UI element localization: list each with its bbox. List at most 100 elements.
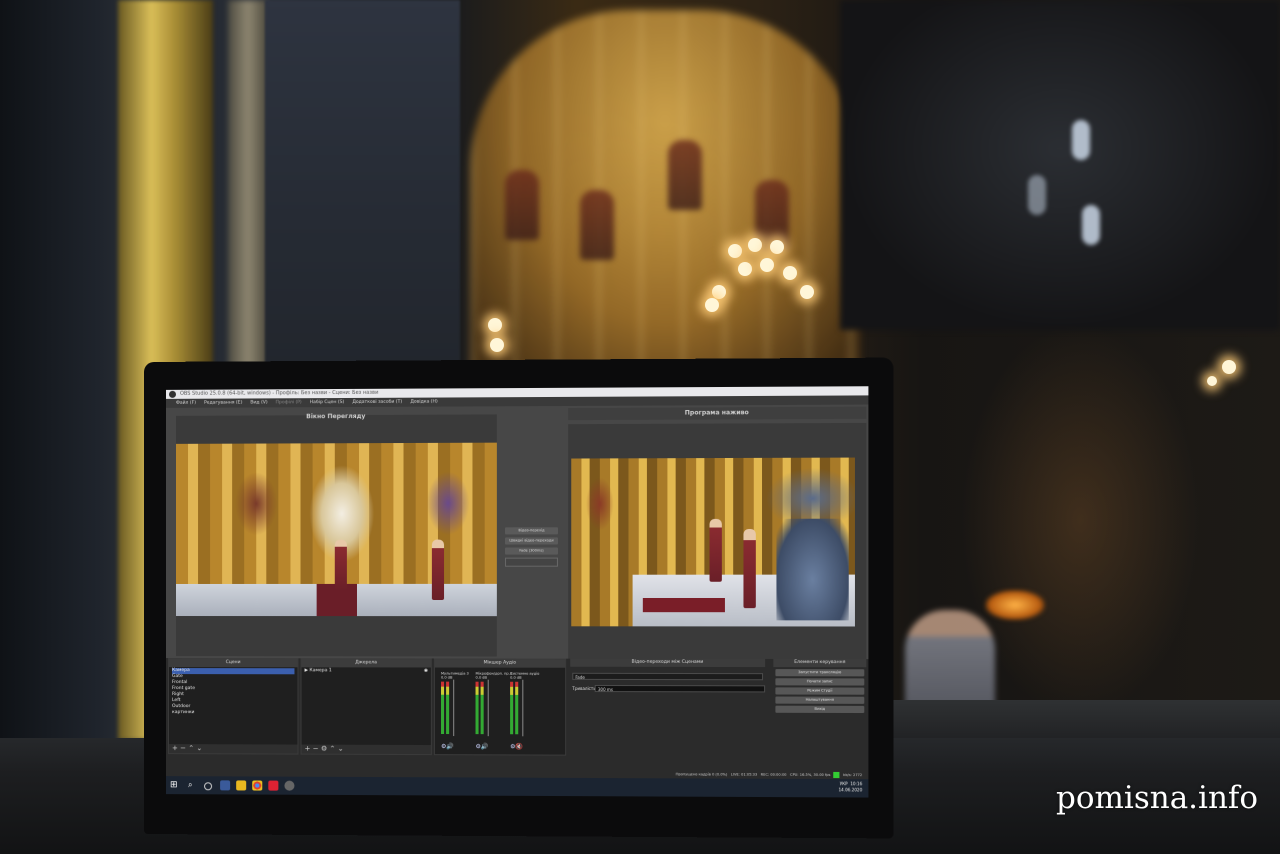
window-light [1028, 175, 1046, 215]
menu-scene-collection[interactable]: Набір Сцен (S) [310, 398, 344, 407]
window-light [1072, 120, 1090, 160]
start-recording-button[interactable]: Почати запис [775, 678, 865, 686]
add-icon[interactable]: + [305, 745, 311, 753]
add-icon[interactable]: + [172, 744, 178, 752]
lamp-light [1222, 360, 1236, 374]
start-streaming-button[interactable]: Запустити трансляцію [775, 669, 865, 677]
volume-meter [446, 681, 450, 735]
mixer-channel: Системне аудіо 0.0 dB ⚙🔇 [510, 672, 539, 751]
window-title: OBS Studio 25.0.8 (64-bit, windows) - Пр… [180, 389, 379, 397]
obs-taskbar-icon[interactable] [284, 780, 295, 791]
preview-video[interactable] [176, 442, 497, 617]
sources-toolbar: + − ⚙ ⌃ ⌄ [301, 744, 431, 755]
visibility-eye-icon[interactable]: ◉ [424, 668, 428, 674]
ornamented-wall [265, 0, 460, 370]
chandelier-lamp [770, 240, 784, 254]
scenes-toolbar: + − ⌃ ⌄ [169, 744, 298, 754]
duration-label: Тривалість [572, 685, 596, 692]
icon-image [580, 190, 614, 260]
obs-app-icon [169, 390, 177, 398]
volume-meter [475, 681, 479, 735]
menu-tools[interactable]: Додаткові засоби (T) [352, 398, 402, 407]
menu-help[interactable]: Довідка (H) [410, 398, 437, 407]
icon-image [505, 170, 539, 240]
live-timer: LIVE: 01:05:33 [730, 772, 758, 777]
mixer-channel: Мікрофон/доп. пр.3 0.0 dB ⚙🔊 [475, 672, 512, 751]
muted-speaker-icon[interactable]: 🔇 [516, 743, 524, 750]
duration-input[interactable]: 300 ms [594, 684, 766, 693]
channel-level: 0.0 dB [441, 675, 453, 680]
remove-icon[interactable]: − [313, 745, 319, 753]
speaker-icon[interactable]: 🔊 [446, 743, 454, 750]
bitrate: kb/s: 2772 [843, 772, 863, 778]
clock-date[interactable]: 14.06.2020 [839, 787, 863, 792]
chandelier-lamp [738, 262, 752, 276]
windows-taskbar: ⊞ ⌕ УКР 10:16 14.06.2020 [165, 776, 869, 798]
gear-icon[interactable]: ⚙ [321, 745, 327, 753]
laptop: OBS Studio 25.0.8 (64-bit, windows) - Пр… [144, 357, 894, 839]
menu-view[interactable]: Вид (V) [250, 398, 267, 407]
icon-image [668, 140, 702, 210]
chandelier-lamp [728, 244, 742, 258]
window-light [1082, 205, 1100, 245]
program-video [571, 457, 855, 627]
clock-time[interactable]: 10:16 [850, 781, 862, 786]
controls-title: Елементи керування [773, 658, 867, 668]
language-indicator[interactable]: УКР [840, 781, 848, 786]
scene-item[interactable]: картинки [172, 710, 294, 716]
task-view-icon[interactable] [204, 782, 213, 791]
remove-icon[interactable]: − [180, 744, 186, 752]
quick-transitions-button[interactable]: Швидкі відео-переходи [505, 537, 558, 545]
chandelier-lamp [712, 285, 726, 299]
search-icon[interactable]: ⌕ [188, 780, 198, 790]
volume-fader[interactable] [487, 679, 489, 737]
exit-button[interactable]: Вихід [775, 705, 865, 714]
menu-edit[interactable]: Редагування (E) [204, 399, 242, 408]
preview-pane: Вікно Перегляду [176, 413, 497, 657]
chrome-icon[interactable] [252, 780, 263, 791]
mixer-title: Мікшер Аудіо [434, 659, 566, 668]
volume-fader[interactable] [522, 679, 524, 737]
sources-list: ▶ Камера 1 ◉ [302, 667, 431, 675]
carpet [642, 598, 725, 613]
t-bar-slider[interactable] [505, 557, 558, 567]
source-item[interactable]: ▶ Камера 1 ◉ [305, 668, 428, 674]
congregation [776, 518, 849, 621]
audio-mixer-dock: Мікшер Аудіо Мультимедіа 3 0.0 dB ⚙🔊 Мік… [433, 658, 567, 756]
settings-button[interactable]: Налаштування [775, 696, 865, 704]
scenes-list: Камера Gate Frontal Front gate Right Lef… [169, 667, 297, 717]
site-watermark: pomisna.info [1056, 780, 1259, 816]
volume-fader[interactable] [453, 679, 455, 737]
transition-select[interactable]: Fade [572, 672, 764, 681]
rec-timer: REC: 00:00:00 [760, 772, 787, 777]
chandelier-lamp [705, 298, 719, 312]
mixer-channel: Мультимедіа 3 0.0 dB ⚙🔊 [441, 672, 469, 751]
chandelier-lamp [748, 238, 762, 252]
chandelier-lamp [800, 285, 814, 299]
chandelier-lamp [760, 258, 774, 272]
windows-start-icon[interactable]: ⊞ [170, 780, 178, 790]
menu-profiles[interactable]: Профілі (P) [276, 398, 302, 407]
volume-meter [515, 681, 519, 735]
opera-icon[interactable] [268, 780, 279, 791]
lamp-light [1207, 376, 1217, 386]
menu-file[interactable]: Файл (F) [176, 399, 196, 408]
studio-mode-button[interactable]: Режим Студії [775, 687, 865, 695]
transitions-title: Відео-переходи між Сценами [570, 658, 766, 668]
file-explorer-icon[interactable] [236, 780, 247, 791]
transition-controls: Відео-перехід Швидкі відео-переходи Fade… [505, 527, 558, 567]
stream-health-indicator [833, 771, 840, 779]
move-down-icon[interactable]: ⌄ [196, 744, 202, 752]
scenes-title: Сцени [169, 659, 298, 668]
sources-dock: Джерела ▶ Камера 1 ◉ + − ⚙ ⌃ ⌄ [300, 658, 432, 756]
taskbar-app-icon[interactable] [220, 780, 231, 791]
transition-button[interactable]: Відео-перехід [505, 527, 558, 535]
move-up-icon[interactable]: ⌃ [329, 745, 335, 753]
dock-area: Сцени Камера Gate Frontal Front gate Rig… [165, 658, 869, 772]
cpu-usage: CPU: 16.5%, 30.00 fps [789, 772, 831, 778]
laptop-screen: OBS Studio 25.0.8 (64-bit, windows) - Пр… [165, 386, 869, 798]
move-down-icon[interactable]: ⌄ [338, 745, 344, 753]
move-up-icon[interactable]: ⌃ [188, 744, 194, 752]
speaker-icon[interactable]: 🔊 [481, 743, 489, 750]
fade-transition-button[interactable]: Fade (300ms) [505, 547, 558, 555]
